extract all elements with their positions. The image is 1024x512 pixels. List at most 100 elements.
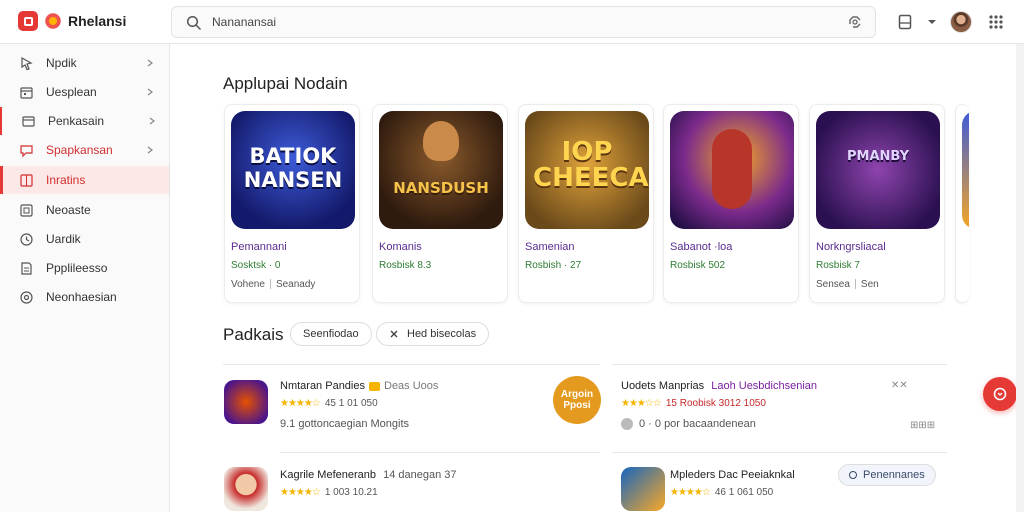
sidebar-item-ppplileesso[interactable]: Ppplileesso: [0, 254, 169, 282]
product-tag: Deas Uoos: [384, 380, 439, 392]
product-rating-value: 1 003 10.21: [324, 487, 378, 498]
sidebar-item-inratins[interactable]: Inratins: [0, 166, 169, 194]
artwork-title: BATIOK NANSEN: [243, 144, 343, 192]
product-rating-value: 45 1 01 050: [324, 398, 378, 409]
cursor-icon: [21, 56, 33, 70]
product-title[interactable]: Uodets Manprias Laoh Uesbdichsenian: [621, 380, 817, 392]
product-subtitle-text: 0 · 0 por bacaandenean: [639, 418, 756, 430]
settings-icon: [20, 290, 33, 304]
user-avatar[interactable]: [950, 11, 972, 33]
product-tag: Laoh Uesbdichsenian: [711, 380, 818, 392]
product-rating: ★★★★☆ 45 1 01 050: [280, 398, 378, 409]
artwork-title: NANSDUSH: [393, 179, 489, 197]
sidebar-item-label: Penkasain: [48, 114, 105, 128]
app-rating: Sosktsk · 0: [231, 260, 281, 271]
close-icon: [390, 330, 398, 338]
search-bar: [171, 6, 876, 38]
top-bar: Rhelansi: [0, 0, 1024, 44]
app-artwork: BATIOK NANSEN: [231, 111, 355, 229]
app-artwork: IOP CHEECARS: [525, 111, 649, 229]
product-title[interactable]: Nmtaran Pandies Deas Uoos: [280, 380, 438, 392]
chevron-down-icon[interactable]: [922, 12, 942, 32]
sidebar-item-neoaste[interactable]: Neoaste: [0, 196, 169, 224]
chevron-right-icon: [147, 59, 153, 67]
app-card-partial[interactable]: [955, 104, 969, 303]
artwork-title: PMANBY: [846, 149, 910, 164]
brand-logo[interactable]: Rhelansi: [18, 11, 126, 31]
sidebar: Npdik Uesplean Penkasain Spapkansan Inra…: [0, 44, 170, 512]
product-title[interactable]: Mpleders Dac Peeiaknkal: [670, 469, 795, 481]
product-icon[interactable]: [621, 467, 665, 511]
character-art: [712, 129, 752, 209]
brand-name: Rhelansi: [68, 13, 127, 29]
apps-grid-icon[interactable]: [986, 12, 1006, 32]
promo-badge[interactable]: Argoin Pposi: [553, 376, 601, 424]
flower-logo-icon: [44, 12, 62, 30]
product-rating: ★★★★☆ 1 003 10.21: [280, 487, 378, 498]
app-name: Samenian: [525, 241, 575, 253]
star-rating-icon: ★★★★☆: [280, 487, 321, 498]
product-rating: ★★★★☆ 46 1 061 050: [670, 487, 773, 498]
install-icon: [849, 471, 857, 479]
app-logo-icon: [18, 11, 38, 31]
product-title[interactable]: Kagrile Mefeneranb 14 danegan 37: [280, 469, 457, 481]
sidebar-item-label: Npdik: [46, 56, 77, 70]
sidebar-item-neonhaesian[interactable]: Neonhaesian: [0, 283, 169, 311]
status-dot-icon: [621, 418, 633, 431]
scrollbar[interactable]: [1016, 44, 1024, 512]
chevron-right-icon: [149, 117, 155, 125]
sidebar-item-label: Neonhaesian: [46, 290, 117, 304]
filter-pill[interactable]: Seenfiodao: [290, 322, 372, 346]
share-icon[interactable]: ⊞⊞⊞: [910, 420, 935, 431]
star-rating-icon: ★★★★☆: [670, 487, 711, 498]
sidebar-item-penkasain[interactable]: Penkasain: [0, 107, 169, 135]
app-rating: Rosbisk 502: [670, 260, 726, 271]
app-name: Sabanot ·loa: [670, 241, 733, 253]
grid-icon: [20, 173, 33, 187]
app-artwork: NANSDUSH: [379, 111, 503, 229]
search-icon: [186, 15, 202, 31]
sidebar-item-label: Ppplileesso: [46, 261, 108, 275]
product-rating-value: 46 1 061 050: [714, 487, 774, 498]
document-icon: [21, 261, 32, 275]
app-card[interactable]: BATIOK NANSEN Pemannani Sosktsk · 0 Vohe…: [224, 104, 360, 303]
product-subtitle: 9.1 gottoncaegian Mongits: [280, 418, 410, 430]
sidebar-item-npdik[interactable]: Npdik: [0, 49, 169, 77]
app-card[interactable]: IOP CHEECARS Samenian Rosbish · 27: [518, 104, 654, 303]
filter-pill-label: Hed bisecolas: [407, 328, 477, 340]
divider: [612, 364, 947, 365]
app-card[interactable]: PMANBY Norkngrsliacal Rosbisk 7 Sensea Se…: [809, 104, 945, 303]
sidebar-item-uardik[interactable]: Uardik: [0, 225, 169, 253]
bookmark-icon[interactable]: [895, 12, 915, 32]
artwork-title: IOP CHEECARS: [533, 137, 649, 193]
sidebar-item-spapkansan[interactable]: Spapkansan: [0, 136, 169, 164]
divider: [612, 452, 947, 453]
install-button-label: Penennanes: [863, 469, 925, 481]
product-subtitle: 0 · 0 por bacaandenean: [621, 418, 756, 431]
meta-left: Sensea: [816, 279, 850, 290]
meta-left: Vohene: [231, 279, 265, 290]
app-name: Komanis: [379, 241, 422, 253]
more-options-icon[interactable]: ✕✕: [891, 380, 908, 391]
app-rating: Rosbisk 8.3: [379, 260, 432, 271]
floating-action-button[interactable]: [983, 377, 1017, 411]
app-artwork: [670, 111, 794, 229]
app-card[interactable]: Sabanot ·loa Rosbisk 502: [663, 104, 799, 303]
filter-pill[interactable]: Hed bisecolas: [376, 322, 490, 346]
app-card[interactable]: NANSDUSH Komanis Rosbisk 8.3: [372, 104, 508, 303]
calendar-icon: [20, 86, 33, 99]
install-button[interactable]: Penennanes: [838, 464, 936, 486]
sidebar-item-uesplean[interactable]: Uesplean: [0, 78, 169, 106]
camera-search-icon[interactable]: [847, 14, 863, 30]
product-name: Kagrile Mefeneranb: [280, 469, 377, 481]
product-name: Uodets Manprias: [621, 380, 705, 392]
chevron-right-icon: [147, 146, 153, 154]
app-meta: Vohene Seanady: [231, 279, 315, 290]
app-name: Pemannani: [231, 241, 287, 253]
app-rating: Rosbish · 27: [525, 260, 582, 271]
product-icon[interactable]: [224, 467, 268, 511]
meta-right: Sen: [860, 279, 879, 290]
search-input[interactable]: [212, 12, 812, 32]
square-icon: [20, 203, 33, 217]
product-icon[interactable]: [224, 380, 268, 424]
